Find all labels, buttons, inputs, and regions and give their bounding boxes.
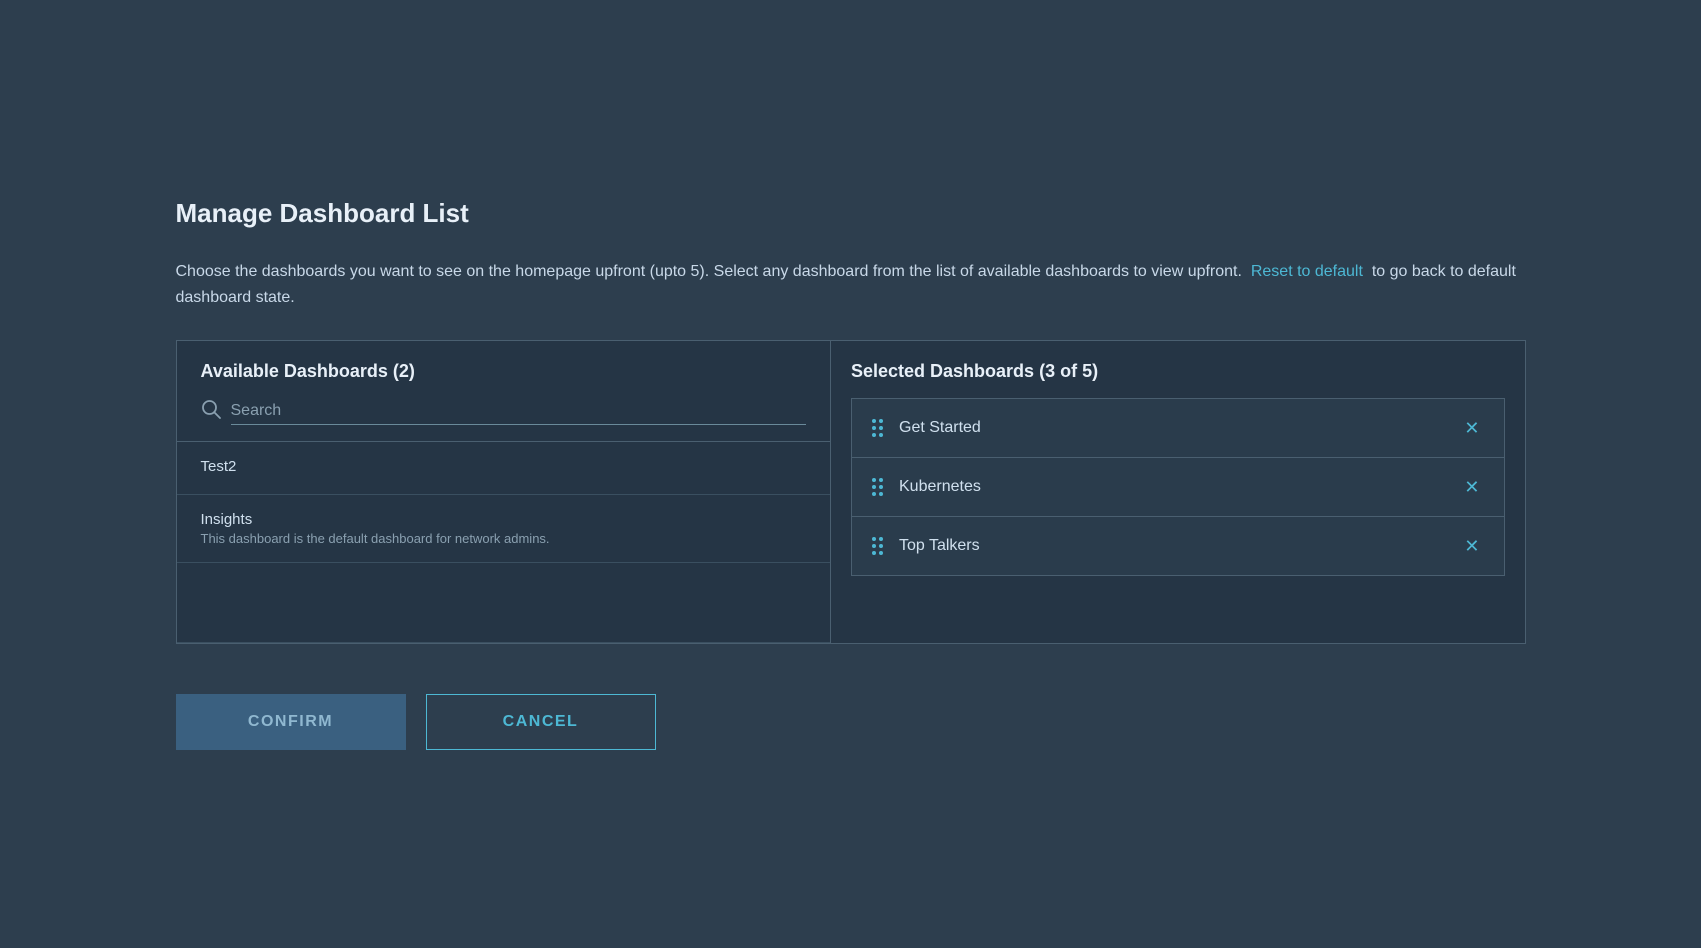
selected-item-name: Top Talkers — [899, 537, 1444, 555]
search-icon — [201, 399, 221, 424]
available-panel-header: Available Dashboards (2) — [177, 341, 831, 398]
selected-list: Get Started ✕ Kubernetes ✕ — [851, 398, 1505, 576]
drag-handle-icon[interactable] — [872, 419, 883, 437]
search-container — [177, 398, 831, 442]
drag-handle-icon[interactable] — [872, 478, 883, 496]
available-dashboards-panel: Available Dashboards (2) Test2 Insights … — [177, 341, 832, 643]
modal-description: Choose the dashboards you want to see on… — [176, 259, 1526, 310]
selected-dashboards-panel: Selected Dashboards (3 of 5) Get Started… — [831, 341, 1525, 643]
list-item: Kubernetes ✕ — [852, 458, 1504, 517]
description-text-1: Choose the dashboards you want to see on… — [176, 263, 1242, 280]
item-name: Insights — [201, 511, 807, 528]
search-input[interactable] — [231, 398, 807, 425]
item-name: Test2 — [201, 458, 807, 475]
footer-buttons: CONFIRM CANCEL — [176, 694, 1526, 750]
manage-dashboard-modal: Manage Dashboard List Choose the dashboa… — [136, 158, 1566, 790]
list-item-empty — [177, 563, 831, 643]
selected-panel-header: Selected Dashboards (3 of 5) — [851, 361, 1505, 398]
available-list: Test2 Insights This dashboard is the def… — [177, 442, 831, 643]
item-description: This dashboard is the default dashboard … — [201, 531, 807, 546]
selected-item-name: Get Started — [899, 419, 1444, 437]
reset-to-default-link[interactable]: Reset to default — [1251, 263, 1363, 280]
list-item: Get Started ✕ — [852, 399, 1504, 458]
remove-item-button[interactable]: ✕ — [1460, 415, 1483, 441]
remove-item-button[interactable]: ✕ — [1460, 533, 1483, 559]
cancel-button[interactable]: CANCEL — [426, 694, 656, 750]
selected-item-name: Kubernetes — [899, 478, 1444, 496]
list-item[interactable]: Insights This dashboard is the default d… — [177, 495, 831, 563]
remove-item-button[interactable]: ✕ — [1460, 474, 1483, 500]
drag-handle-icon[interactable] — [872, 537, 883, 555]
panels-container: Available Dashboards (2) Test2 Insights … — [176, 340, 1526, 644]
list-item[interactable]: Test2 — [177, 442, 831, 495]
list-item: Top Talkers ✕ — [852, 517, 1504, 575]
confirm-button[interactable]: CONFIRM — [176, 694, 406, 750]
modal-title: Manage Dashboard List — [176, 198, 1526, 229]
